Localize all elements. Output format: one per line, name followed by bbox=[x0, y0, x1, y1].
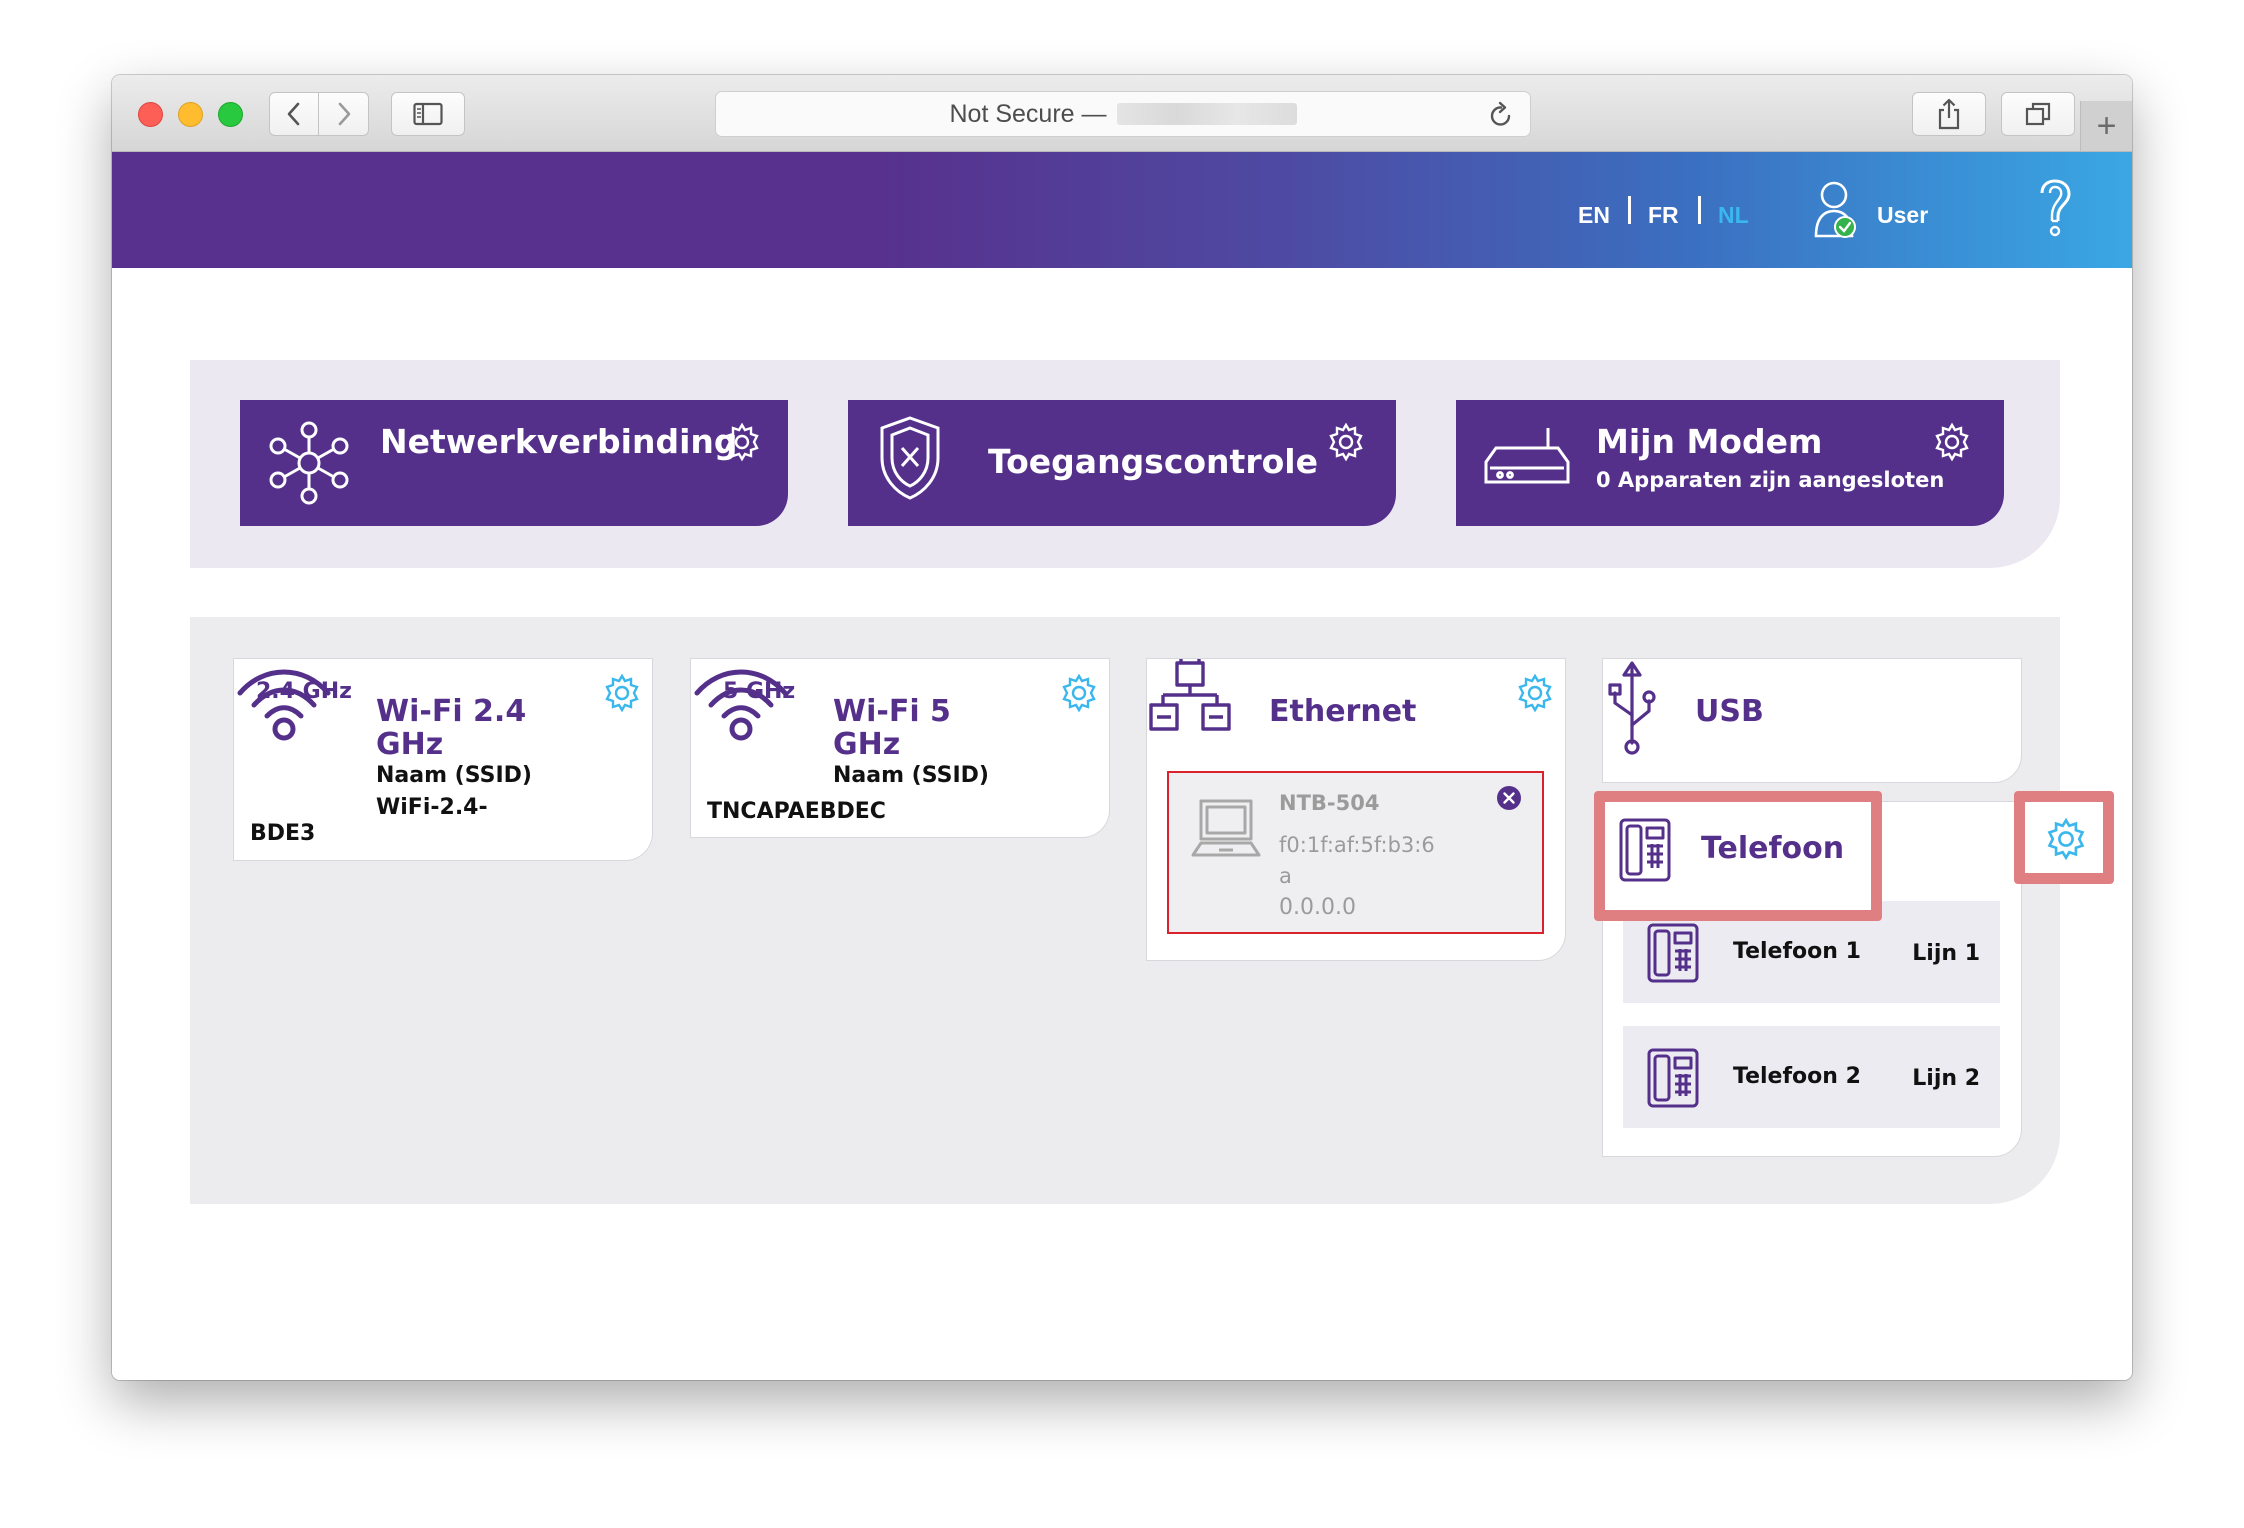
browser-window: Not Secure — + EN FR NL User Netwerkverb… bbox=[112, 75, 2132, 1380]
ssid-value-continued: BDE3 bbox=[250, 821, 316, 846]
gear-icon[interactable] bbox=[1059, 673, 1099, 713]
back-button[interactable] bbox=[269, 92, 319, 136]
usb-icon bbox=[1608, 661, 1656, 755]
usb-card[interactable]: USB bbox=[1602, 658, 2022, 783]
address-text: Not Secure — bbox=[949, 99, 1107, 128]
ssid-label: Naam (SSID) bbox=[833, 763, 989, 788]
close-icon[interactable] bbox=[1496, 785, 1522, 811]
shield-x-icon bbox=[880, 416, 940, 500]
network-nodes-icon bbox=[269, 421, 349, 505]
tile-netwerkverbinding[interactable]: Netwerkverbinding bbox=[240, 400, 788, 526]
modem-icon bbox=[1484, 428, 1570, 484]
desk-phone-icon bbox=[1647, 1048, 1699, 1108]
address-bar[interactable]: Not Secure — bbox=[715, 91, 1531, 137]
browser-titlebar: Not Secure — + bbox=[112, 75, 2132, 152]
language-divider bbox=[1628, 196, 1631, 224]
tile-mijn-modem[interactable]: Mijn Modem 0 Apparaten zijn aangesloten bbox=[1456, 400, 2004, 526]
tile-title: Mijn Modem bbox=[1596, 422, 1823, 461]
reload-icon[interactable] bbox=[1488, 101, 1514, 129]
chevron-left-icon bbox=[287, 102, 300, 126]
card-title: Wi-Fi 5 GHz bbox=[833, 694, 951, 762]
connections-panel: 2.4 GHz Wi-Fi 2.4 GHz Naam (SSID) WiFi-2… bbox=[190, 617, 2114, 1204]
user-label[interactable]: User bbox=[1877, 202, 1928, 229]
laptop-icon bbox=[1191, 799, 1261, 857]
card-title: USB bbox=[1695, 694, 1764, 729]
phone-name: Telefoon 1 bbox=[1733, 939, 1861, 964]
desk-phone-icon bbox=[1647, 923, 1699, 983]
question-mark-icon[interactable] bbox=[2036, 178, 2074, 240]
language-nl[interactable]: NL bbox=[1718, 202, 1749, 229]
gear-icon[interactable] bbox=[722, 422, 762, 462]
card-title: Ethernet bbox=[1269, 694, 1417, 729]
tile-toegangscontrole[interactable]: Toegangscontrole bbox=[848, 400, 1396, 526]
ethernet-icon bbox=[1149, 659, 1231, 731]
card-title: Wi-Fi 2.4 GHz bbox=[376, 694, 527, 762]
new-tab-button[interactable]: + bbox=[2080, 101, 2132, 151]
card-title: Telefoon bbox=[1701, 831, 1845, 866]
device-mac-continued: a bbox=[1279, 864, 1292, 888]
band-label: 2.4 GHz bbox=[256, 679, 352, 704]
sidebar-icon bbox=[413, 102, 443, 126]
ssid-value: TNCAPAEBDEC bbox=[707, 799, 886, 824]
gear-icon[interactable] bbox=[2044, 817, 2088, 861]
tabs-icon bbox=[2025, 102, 2051, 126]
wifi-24-card[interactable]: 2.4 GHz Wi-Fi 2.4 GHz Naam (SSID) WiFi-2… bbox=[233, 658, 653, 861]
language-fr[interactable]: FR bbox=[1648, 202, 1679, 229]
wifi-5-card[interactable]: 5 GHz Wi-Fi 5 GHz Naam (SSID) TNCAPAEBDE… bbox=[690, 658, 1110, 838]
redacted-url bbox=[1116, 103, 1297, 125]
gear-icon[interactable] bbox=[602, 673, 642, 713]
app-header: EN FR NL User bbox=[112, 152, 2132, 268]
telefoon-settings-highlight[interactable] bbox=[2014, 791, 2114, 884]
tabs-overview-button[interactable] bbox=[2001, 92, 2075, 136]
ethernet-card[interactable]: Ethernet NTB-504 f0:1f:af:5f:b3:6 a 0.0.… bbox=[1146, 658, 1566, 961]
close-window-button[interactable] bbox=[138, 102, 163, 127]
gear-icon[interactable] bbox=[1932, 422, 1972, 462]
language-en[interactable]: EN bbox=[1578, 202, 1610, 229]
band-label: 5 GHz bbox=[723, 679, 796, 704]
gear-icon[interactable] bbox=[1326, 422, 1366, 462]
ssid-value: WiFi-2.4- bbox=[376, 795, 488, 820]
zoom-window-button[interactable] bbox=[218, 102, 243, 127]
telefoon-header-highlight[interactable]: Telefoon bbox=[1594, 791, 1882, 921]
phone-line: Lijn 1 bbox=[1912, 941, 1980, 966]
sidebar-button[interactable] bbox=[391, 92, 465, 136]
phone-name: Telefoon 2 bbox=[1733, 1064, 1861, 1089]
desk-phone-icon bbox=[1619, 818, 1671, 882]
device-ip: 0.0.0.0 bbox=[1279, 895, 1356, 920]
chevron-right-icon bbox=[338, 102, 350, 126]
user-icon[interactable] bbox=[1812, 178, 1862, 242]
device-mac: f0:1f:af:5f:b3:6 bbox=[1279, 833, 1435, 857]
language-divider bbox=[1698, 196, 1701, 224]
ssid-label: Naam (SSID) bbox=[376, 763, 532, 788]
tile-title: Netwerkverbinding bbox=[380, 422, 738, 461]
connected-device[interactable]: NTB-504 f0:1f:af:5f:b3:6 a 0.0.0.0 bbox=[1167, 771, 1544, 934]
minimize-window-button[interactable] bbox=[178, 102, 203, 127]
tile-subtitle: 0 Apparaten zijn aangesloten bbox=[1596, 468, 1945, 492]
forward-button[interactable] bbox=[319, 92, 369, 136]
device-name: NTB-504 bbox=[1279, 791, 1380, 815]
tile-title: Toegangscontrole bbox=[988, 442, 1318, 481]
page-content: Netwerkverbinding Toegangscontrole Mijn … bbox=[112, 268, 2132, 1380]
gear-icon[interactable] bbox=[1515, 673, 1555, 713]
phone-line: Lijn 2 bbox=[1912, 1066, 1980, 1091]
share-icon bbox=[1938, 98, 1960, 130]
share-button[interactable] bbox=[1912, 92, 1986, 136]
main-tiles-panel: Netwerkverbinding Toegangscontrole Mijn … bbox=[190, 360, 2060, 568]
list-item-telefoon-2[interactable]: Telefoon 2 Lijn 2 bbox=[1623, 1026, 2000, 1128]
